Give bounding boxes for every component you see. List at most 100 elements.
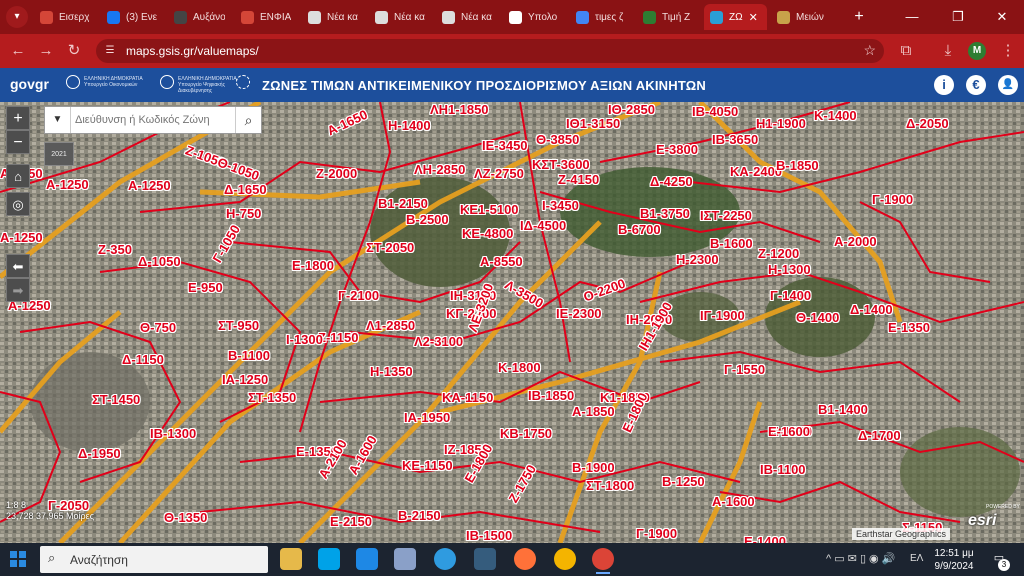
zone-label[interactable]: Η-1300: [768, 262, 811, 277]
zone-label[interactable]: Η-750: [226, 206, 261, 221]
site-info-icon[interactable]: ☰: [102, 43, 118, 59]
zone-label[interactable]: Α-1600: [712, 494, 755, 509]
zone-label[interactable]: Ι-3450: [542, 198, 579, 213]
zone-label[interactable]: ΙΒ-1850: [528, 388, 574, 403]
zone-label[interactable]: ΙΘ1-3150: [566, 116, 620, 131]
govgr-logo[interactable]: govgr: [10, 76, 49, 92]
zone-label[interactable]: Γ-1400: [770, 288, 811, 303]
zone-label[interactable]: ΙΔ-4500: [520, 218, 566, 233]
zone-label[interactable]: Θ-3850: [536, 132, 579, 147]
browser-tab[interactable]: ΕΝΦΙΑ: [235, 4, 298, 30]
zone-label[interactable]: Β-6700: [618, 222, 661, 237]
zone-label[interactable]: Γ-1900: [636, 526, 677, 541]
zone-label[interactable]: Θ-750: [140, 320, 176, 335]
reload-icon[interactable]: ↻: [62, 40, 86, 62]
zone-label[interactable]: ΚΣΤ-3600: [532, 157, 590, 172]
forward-icon[interactable]: →: [34, 40, 58, 62]
zone-label[interactable]: Δ-1700: [858, 428, 901, 443]
browser-tab[interactable]: Νέα κα: [436, 4, 499, 30]
forward-extent-icon[interactable]: ➡: [6, 278, 30, 302]
zone-label[interactable]: Ε-950: [188, 280, 223, 295]
zone-label[interactable]: Α-1250: [46, 177, 89, 192]
zone-label[interactable]: Β-1900: [572, 460, 615, 475]
restore-button[interactable]: ❐: [936, 4, 980, 30]
browser-tab[interactable]: (3) Ενε: [101, 4, 164, 30]
back-extent-icon[interactable]: ⬅: [6, 254, 30, 278]
zone-label[interactable]: Δ-1150: [122, 352, 164, 367]
zone-label[interactable]: ΛΗ-2850: [414, 162, 465, 177]
zone-label[interactable]: ΚΒ-1750: [500, 426, 552, 441]
zone-label[interactable]: ΚΕ-1150: [402, 458, 453, 473]
year-selector[interactable]: 2021: [44, 142, 74, 166]
windows-start-icon[interactable]: [10, 551, 26, 567]
user-icon[interactable]: 👤: [998, 75, 1018, 95]
browser-tab[interactable]: Εισερχ: [34, 4, 97, 30]
back-icon[interactable]: ←: [6, 40, 30, 62]
file-explorer-icon[interactable]: [280, 548, 302, 570]
zone-label[interactable]: Β1-3750: [640, 206, 690, 221]
zone-label[interactable]: Η-2300: [676, 252, 719, 267]
zone-label[interactable]: ΙΘ-2850: [608, 102, 655, 117]
zone-label[interactable]: Β-1600: [710, 236, 753, 251]
zone-label[interactable]: Ζ-1150: [318, 330, 358, 345]
zone-label[interactable]: Λ2-3100: [414, 334, 463, 349]
extensions-icon[interactable]: ⧉: [894, 40, 918, 62]
zone-label[interactable]: Ζ-4150: [558, 172, 599, 187]
browser-tab[interactable]: ΖΩ ✕: [704, 4, 767, 30]
zone-label[interactable]: Α-1250: [128, 178, 171, 193]
close-window-button[interactable]: ✕: [980, 4, 1024, 30]
zone-label[interactable]: ΙΒ-1500: [466, 528, 512, 543]
address-bar[interactable]: ☰ maps.gsis.gr/valuemaps/ ☆: [96, 39, 884, 63]
menu-kebab-icon[interactable]: ⋮: [996, 40, 1020, 62]
browser-tab[interactable]: Νέα κα: [369, 4, 432, 30]
zone-label[interactable]: ΣΤ-1800: [586, 478, 634, 493]
info-icon[interactable]: i: [934, 75, 954, 95]
zone-label[interactable]: ΛΖ-2750: [474, 166, 524, 181]
mail-icon[interactable]: [356, 548, 378, 570]
zone-label[interactable]: ΚΑ-2400: [730, 164, 782, 179]
zone-label[interactable]: ΣΤ-1350: [248, 390, 296, 405]
zone-label[interactable]: Δ-1950: [78, 446, 121, 461]
zone-label[interactable]: Η1-1900: [756, 116, 806, 131]
zone-label[interactable]: Ε-1400: [744, 534, 786, 543]
zone-label[interactable]: ΙΕ-2300: [556, 306, 602, 321]
browser-tab[interactable]: Τιμή Ζ: [637, 4, 700, 30]
zone-label[interactable]: Δ-2050: [906, 116, 949, 131]
home-icon[interactable]: ⌂: [6, 164, 30, 188]
zoom-out-button[interactable]: −: [6, 130, 30, 154]
zone-label[interactable]: ΣΤ-950: [218, 318, 259, 333]
zone-label[interactable]: Ζ-1200: [758, 246, 799, 261]
zone-label[interactable]: Λ1-2850: [366, 318, 415, 333]
tab-close-icon[interactable]: ✕: [749, 11, 758, 24]
zone-label[interactable]: Δ-1650: [224, 182, 267, 197]
browser-tab[interactable]: Αυξάνο: [168, 4, 231, 30]
zone-label[interactable]: Ζ-2000: [316, 166, 357, 181]
esri-logo[interactable]: esri: [968, 512, 996, 530]
new-tab-button[interactable]: +: [848, 6, 870, 28]
zone-label[interactable]: ΙΒ-1100: [760, 462, 806, 477]
zone-label[interactable]: Α-1850: [572, 404, 615, 419]
zone-label[interactable]: Α-8550: [480, 254, 523, 269]
browser-tab[interactable]: τιμες ζ: [570, 4, 633, 30]
zoom-in-button[interactable]: +: [6, 106, 30, 130]
zone-label[interactable]: Θ-1400: [796, 310, 839, 325]
search-source-dropdown[interactable]: ▼: [45, 107, 71, 133]
zone-label[interactable]: Β-1850: [776, 158, 819, 173]
zone-label[interactable]: ΚΕ1-5100: [460, 202, 519, 217]
zone-label[interactable]: Ε-1350: [888, 320, 930, 335]
zone-label[interactable]: Δ-1050: [138, 254, 181, 269]
chrome-icon[interactable]: [592, 548, 614, 574]
euro-icon[interactable]: €: [966, 75, 986, 95]
download-icon[interactable]: ⤓: [936, 40, 960, 62]
app-icon[interactable]: [554, 548, 576, 570]
zone-label[interactable]: Α-2000: [834, 234, 877, 249]
zone-label[interactable]: Β-2500: [406, 212, 449, 227]
zone-label[interactable]: ΙΑ-1250: [222, 372, 268, 387]
browser-tab[interactable]: Νέα κα: [302, 4, 365, 30]
zone-label[interactable]: Β-1100: [228, 348, 270, 363]
search-icon[interactable]: ⌕: [235, 107, 261, 133]
zone-label[interactable]: Β1-1400: [818, 402, 868, 417]
zone-label[interactable]: Ε-3800: [656, 142, 698, 157]
zone-label[interactable]: Η-1350: [370, 364, 413, 379]
zone-label[interactable]: Κ-1800: [498, 360, 541, 375]
